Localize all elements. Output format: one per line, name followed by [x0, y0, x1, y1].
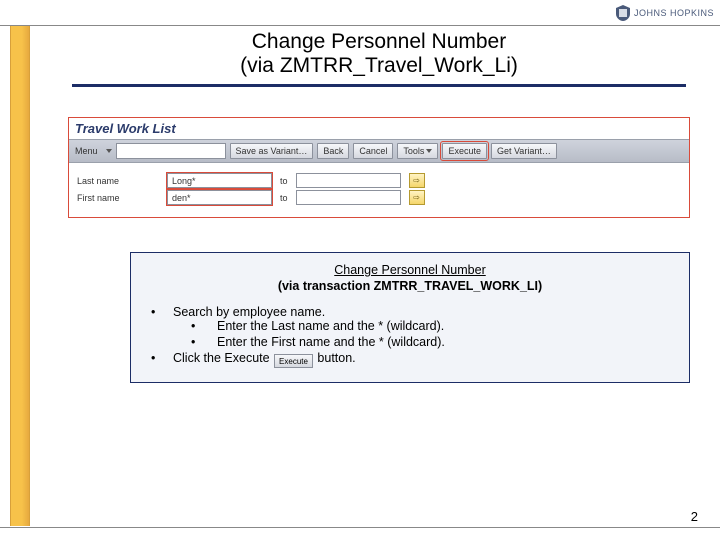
sap-row-lastname: Last name Long* to ⇨ [77, 173, 681, 188]
sap-screenshot: Travel Work List Menu Save as Variant… B… [68, 117, 690, 218]
shield-icon [616, 5, 630, 21]
instruction-heading-1: Change Personnel Number [334, 263, 485, 277]
lastname-input[interactable]: Long* [167, 173, 272, 188]
slide-title: Change Personnel Number (via ZMTRR_Trave… [62, 30, 696, 87]
bullet: • [151, 351, 173, 369]
save-variant-button[interactable]: Save as Variant… [230, 143, 314, 159]
back-button[interactable]: Back [317, 143, 349, 159]
chevron-down-icon [106, 149, 112, 153]
title-line-1: Change Personnel Number [62, 30, 696, 54]
instruction-2: Click the Execute Execute button. [173, 351, 675, 369]
instruction-1: Search by employee name. • Enter the Las… [173, 305, 675, 349]
lastname-label: Last name [77, 176, 167, 186]
accent-stripe [10, 26, 30, 526]
menu-select[interactable] [116, 143, 226, 159]
sap-toolbar: Menu Save as Variant… Back Cancel Tools … [69, 139, 689, 163]
execute-inline-button: Execute [274, 354, 313, 368]
brand-text: JOHNS HOPKINS [634, 8, 714, 18]
instruction-list: • Search by employee name. • Enter the L… [145, 305, 675, 369]
to-label-2: to [280, 193, 288, 203]
sap-window-title: Travel Work List [69, 118, 689, 139]
top-bar: JOHNS HOPKINS [0, 0, 720, 26]
instruction-heading-2: (via transaction ZMTRR_TRAVEL_WORK_LI) [278, 279, 542, 293]
page-number: 2 [691, 509, 698, 524]
instruction-heading: Change Personnel Number (via transaction… [145, 263, 675, 294]
bottom-rule [0, 527, 720, 528]
bullet: • [151, 305, 173, 349]
bullet: • [191, 319, 217, 333]
brand-logo: JOHNS HOPKINS [616, 5, 714, 21]
cancel-button[interactable]: Cancel [353, 143, 393, 159]
bullet: • [191, 335, 217, 349]
tools-button[interactable]: Tools [397, 143, 438, 159]
instruction-box: Change Personnel Number (via transaction… [130, 252, 690, 383]
execute-button[interactable]: Execute [442, 143, 487, 159]
title-line-2: (via ZMTRR_Travel_Work_Li) [62, 54, 696, 78]
instruction-1b: Enter the First name and the * (wildcard… [217, 335, 675, 349]
multi-select-icon-2[interactable]: ⇨ [409, 190, 425, 205]
title-underline [72, 84, 686, 87]
firstname-to-input[interactable] [296, 190, 401, 205]
chevron-down-icon [426, 149, 432, 153]
sap-row-firstname: First name den* to ⇨ [77, 190, 681, 205]
multi-select-icon[interactable]: ⇨ [409, 173, 425, 188]
firstname-input[interactable]: den* [167, 190, 272, 205]
instruction-1a: Enter the Last name and the * (wildcard)… [217, 319, 675, 333]
menu-label: Menu [75, 146, 98, 156]
firstname-label: First name [77, 193, 167, 203]
sap-form: Last name Long* to ⇨ First name den* to … [69, 163, 689, 217]
get-variant-button[interactable]: Get Variant… [491, 143, 557, 159]
slide-content: Change Personnel Number (via ZMTRR_Trave… [32, 26, 712, 526]
lastname-to-input[interactable] [296, 173, 401, 188]
to-label: to [280, 176, 288, 186]
